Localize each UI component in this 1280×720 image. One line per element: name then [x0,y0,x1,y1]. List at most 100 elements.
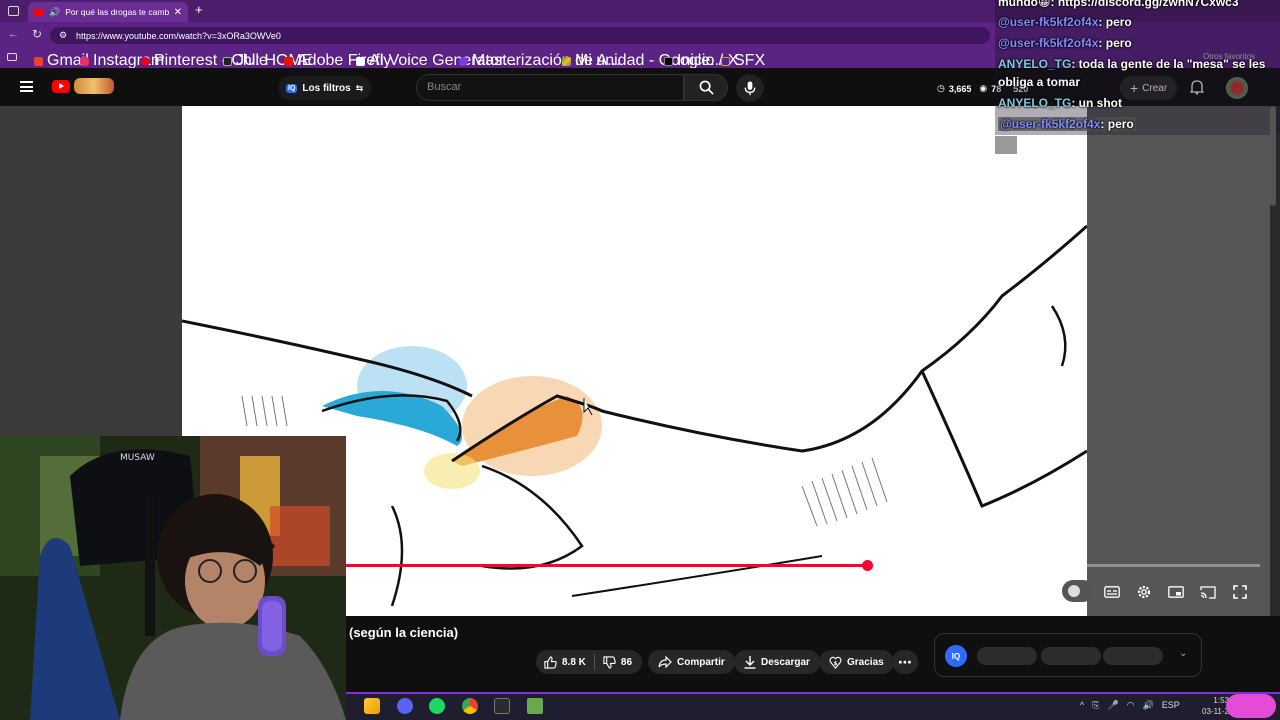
download-button[interactable]: Descargar [734,650,820,674]
like-button[interactable]: 8.8 K [536,654,595,670]
chat-text: : pero [1100,117,1134,131]
system-tray: ^ ⎘ 🎤 ◠ 🔊 ESP [1080,700,1180,711]
thumbs-down-icon [603,655,616,669]
chat-username: ANYELO_TG [998,57,1072,71]
language-indicator[interactable]: ESP [1162,700,1180,711]
like-count: 8.8 K [562,656,586,668]
stat-views: 3,665 [948,83,972,94]
tab-active[interactable]: 🔊 Por qué las drogas te cambi ✕ [28,2,188,22]
microphone-icon [744,80,756,95]
spotify-icon[interactable] [429,698,445,714]
tab-title: Por qué las drogas te cambi [65,7,169,17]
iq-icon: IQ [286,83,298,93]
autoplay-toggle[interactable] [1062,580,1094,602]
reload-icon[interactable]: ↻ [32,27,42,41]
chrome-icon[interactable] [462,698,478,714]
network-icon[interactable]: ⎘ [1092,700,1099,711]
clock-date: 03-11-2 [1202,707,1229,716]
youtube-logo-icon[interactable] [52,80,70,93]
fullscreen-button[interactable] [1230,582,1250,602]
back-icon[interactable]: ← [8,28,19,40]
chat-username: @user-fk5kf2of4x [998,36,1099,50]
new-tab-button[interactable]: + [195,2,203,17]
apps-icon[interactable] [7,53,17,61]
download-label: Descargar [761,656,810,668]
more-actions-button[interactable]: ⋯ [892,650,918,674]
chevron-down-icon[interactable]: ⌄ [1179,648,1187,659]
clock-icon: ◷ [937,83,945,93]
eye-icon: ◉ [979,83,988,93]
more-dots-icon: ⋯ [898,653,912,670]
file-explorer-icon[interactable] [364,698,380,714]
chat-message: @user-fk5kf2of4x: pero [998,117,1136,131]
filters-label: Los filtros [302,82,351,94]
thanks-button[interactable]: $ Gracias [819,650,894,674]
progress-played [345,564,867,567]
progress-scrubber[interactable] [862,560,873,571]
streamer-webcam-image: MUSAW [0,436,346,720]
drive-icon [562,56,571,66]
speaker-icon[interactable]: 🔊 [49,7,60,18]
filter-sliders-icon: ⇆ [355,82,364,93]
tab-actions-icon[interactable] [8,6,19,16]
download-icon [744,655,756,669]
gmail-icon [34,56,43,66]
minecraft-icon[interactable] [527,698,543,714]
microphone-tray-icon[interactable]: 🎤 [1107,700,1118,711]
extension-chip-1[interactable] [977,647,1037,665]
voice-search-button[interactable] [736,74,764,102]
chat-username: ANYELO_TG [998,96,1072,110]
search-placeholder: Buscar [427,81,462,93]
url-text: https://www.youtube.com/watch?v=3xORa3OW… [76,30,281,41]
site-info-icon[interactable]: ⚙ [59,30,67,41]
url-field[interactable]: ⚙ https://www.youtube.com/watch?v=3xORa3… [50,27,990,44]
ju-icon [223,56,232,66]
volume-icon[interactable]: 🔊 [1143,700,1154,711]
search-button[interactable] [684,74,728,101]
extension-panel: IQ ⌄ [934,633,1202,677]
close-tab-icon[interactable]: ✕ [174,7,182,18]
channel-doodle-logo[interactable] [74,78,114,94]
video-ambient-right [1087,106,1270,616]
clock[interactable]: 1:53 03-11-2 [1202,695,1229,717]
chat-cursor-block [995,136,1017,154]
chevron-up-icon[interactable]: ^ [1080,700,1084,711]
pink-blob-widget [1226,694,1276,718]
share-label: Compartir [677,656,725,668]
menu-icon[interactable] [20,81,33,92]
settings-button[interactable] [1134,582,1154,602]
miniplayer-button[interactable] [1166,582,1186,602]
chat-username: @user-fk5kf2of4x [1000,117,1101,131]
subtitles-icon [1104,586,1120,598]
webcam-overlay: MUSAW [0,436,346,720]
filters-button[interactable]: IQ Los filtros ⇆ [278,76,372,100]
chat-text: : pero [1098,36,1132,50]
chat-message: ANYELO_TG: un shot [998,96,1122,110]
chat-text: : un shot [1071,96,1122,110]
chat-message: @user-fk5kf2of4x: pero [998,15,1132,29]
dislike-button[interactable]: 86 [595,655,638,669]
search-icon [699,80,714,95]
folder-icon [721,56,730,66]
page-scrollbar[interactable] [1270,106,1276,206]
extension-chip-2[interactable] [1041,647,1101,665]
extension-chip-3[interactable] [1103,647,1163,665]
chat-message: @user-fk5kf2of4x: pero [998,36,1132,50]
share-button[interactable]: Compartir [648,650,735,674]
search-input[interactable]: Buscar [416,74,684,101]
chat-username: @user-fk5kf2of4x [998,15,1099,29]
chat-message: ANYELO_TG: toda la gente de la "mesa" se… [998,57,1265,71]
chat-text: : https://discord.gg/zwnN7Cxwc3 [1050,0,1239,9]
subtitles-button[interactable] [1102,582,1122,602]
cast-button[interactable] [1198,582,1218,602]
fullscreen-icon [1233,585,1247,599]
thumbs-up-icon [544,655,557,669]
obs-icon[interactable] [494,698,510,714]
thanks-heart-icon: $ [829,656,842,669]
chat-message: mundo😀: https://discord.gg/zwnN7Cxwc3 [998,0,1239,9]
iq-extension-icon[interactable]: IQ [945,645,967,667]
chat-message-continuation: obliga a tomar [998,75,1080,89]
video-title: (según la ciencia) [349,625,459,640]
discord-icon[interactable] [397,698,413,714]
wifi-icon[interactable]: ◠ [1127,700,1135,711]
